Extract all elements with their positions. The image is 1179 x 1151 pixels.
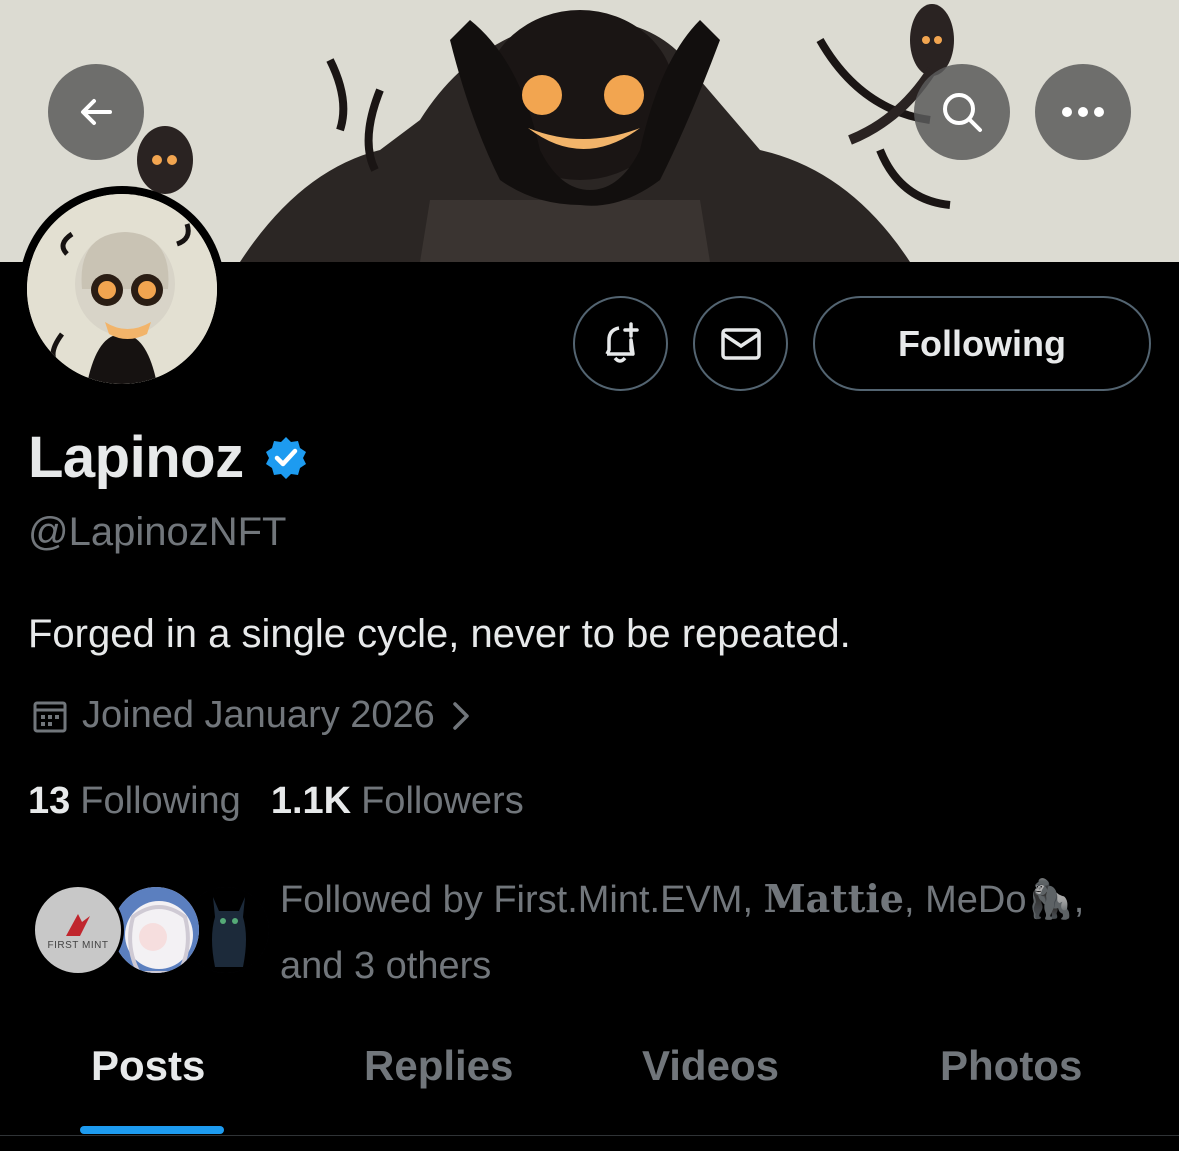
chevron-right-icon <box>453 701 469 730</box>
anime-avatar-image <box>113 887 199 973</box>
active-tab-indicator <box>80 1126 224 1134</box>
followed-by-suffix: and 3 others <box>280 945 492 987</box>
calendar-icon <box>33 701 67 732</box>
envelope-icon <box>720 327 761 360</box>
tab-videos[interactable]: Videos <box>642 1042 779 1090</box>
bell-plus-icon <box>604 321 639 363</box>
more-button[interactable] <box>1035 64 1131 160</box>
skull-avatar-image <box>27 194 217 384</box>
followers-count: 1.1K <box>270 780 352 822</box>
search-button[interactable] <box>914 64 1010 160</box>
profile-avatar[interactable] <box>19 186 225 392</box>
message-button[interactable] <box>693 296 788 391</box>
profile-name: Lapinoz <box>28 425 244 490</box>
arrow-left-icon <box>81 99 112 125</box>
following-label: Following <box>80 780 241 822</box>
avatar-caption: FIRST MINT <box>47 939 109 951</box>
tab-replies[interactable]: Replies <box>364 1042 513 1090</box>
followers-stat[interactable]: 1.1K Followers <box>271 780 524 823</box>
tab-photos[interactable]: Photos <box>940 1042 1082 1090</box>
more-horizontal-icon <box>1062 107 1104 117</box>
profile-name-row: Lapinoz <box>28 424 310 491</box>
profile-bio: Forged in a single cycle, never to be re… <box>28 612 851 656</box>
search-icon <box>943 93 982 132</box>
tabs-divider <box>0 1135 1179 1136</box>
tab-posts[interactable]: Posts <box>91 1042 205 1090</box>
verified-badge-icon[interactable] <box>262 434 310 482</box>
profile-stats: 13 Following 1.1K Followers <box>28 780 524 823</box>
followed-by-name-medo: MeDo🦍, <box>925 879 1085 921</box>
notify-button[interactable] <box>573 296 668 391</box>
followed-by-prefix: Followed by First.Mint.EVM, <box>280 879 753 921</box>
back-button[interactable] <box>48 64 144 160</box>
followers-label: Followers <box>361 780 524 822</box>
joined-text: Joined January 2026 <box>82 694 435 736</box>
first-mint-logo-icon <box>66 913 90 936</box>
following-button[interactable]: Following <box>813 296 1151 391</box>
profile-tabs: Posts Replies Videos Photos <box>0 1030 1179 1136</box>
followed-by-text[interactable]: Followed by First.Mint.EVM, Mattie, MeDo… <box>280 866 1140 999</box>
followed-by-name-mattie: Mattie <box>763 876 904 921</box>
following-count: 13 <box>28 780 71 822</box>
joined-date[interactable]: Joined January 2026 <box>32 694 485 737</box>
following-stat[interactable]: 13 Following <box>28 780 241 823</box>
followed-by-avatars[interactable]: FIRST MINT <box>32 880 272 980</box>
profile-handle: @LapinozNFT <box>28 510 287 554</box>
avatar: FIRST MINT <box>32 884 124 976</box>
